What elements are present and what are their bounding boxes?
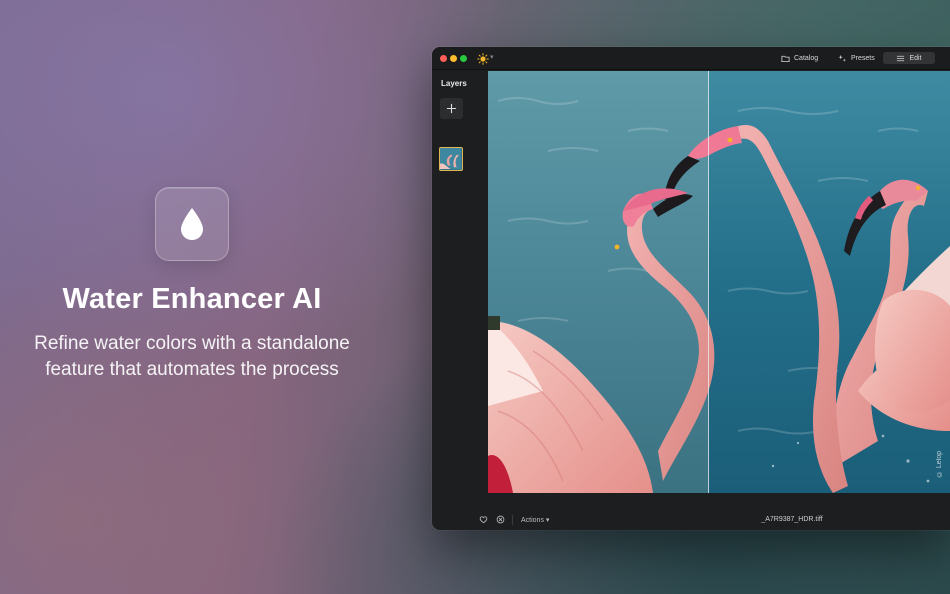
edit-tab[interactable]: Edit — [883, 52, 935, 64]
app-window: ▾ Catalog Presets Edit Layers © Lelop Ac… — [432, 47, 950, 530]
add-layer-button[interactable] — [440, 98, 463, 119]
photo-canvas[interactable]: © Lelop — [488, 71, 950, 493]
catalog-tab-label: Catalog — [794, 55, 819, 62]
feature-description: Refine water colors with a standalone fe… — [34, 333, 350, 380]
layers-title: Layers — [441, 79, 467, 88]
photo-watermark: © Lelop — [936, 451, 943, 478]
layer-thumbnail[interactable] — [439, 147, 463, 171]
presets-tab-label: Presets — [851, 55, 875, 62]
water-drop-icon — [181, 208, 203, 240]
toolbar-divider — [512, 515, 513, 525]
file-name: _A7R9387_HDR.tiff — [761, 516, 823, 523]
actions-dropdown[interactable]: Actions ▾ — [521, 516, 549, 524]
folder-icon — [781, 55, 790, 63]
flamingo-thumbnail-image — [440, 148, 461, 169]
flamingo-photo — [488, 71, 950, 493]
feature-title: Water Enhancer AI — [62, 283, 322, 315]
edit-tab-label: Edit — [909, 54, 922, 62]
heart-icon[interactable] — [479, 515, 488, 524]
bottom-toolbar: Actions ▾ _A7R9387_HDR.tiff — [432, 507, 950, 530]
sun-icon — [477, 52, 489, 65]
actions-label: Actions — [521, 517, 544, 524]
sparkle-icon — [838, 54, 846, 62]
reject-icon[interactable] — [496, 515, 505, 524]
plus-icon — [446, 103, 457, 114]
title-bar: ▾ Catalog Presets Edit — [432, 47, 950, 70]
window-zoom-button[interactable] — [460, 55, 467, 62]
window-minimize-button[interactable] — [450, 55, 457, 62]
before-after-split-handle[interactable] — [708, 71, 709, 493]
layers-sidebar: Layers — [432, 70, 470, 494]
catalog-tab[interactable]: Catalog — [781, 52, 818, 65]
presets-tab[interactable]: Presets — [838, 52, 875, 65]
window-close-button[interactable] — [440, 55, 447, 62]
chevron-down-icon[interactable]: ▾ — [490, 53, 494, 61]
app-menu-button[interactable] — [476, 52, 490, 65]
chevron-down-icon: ▾ — [545, 517, 550, 524]
sliders-icon — [897, 55, 905, 61]
feature-icon-tile — [155, 187, 229, 261]
